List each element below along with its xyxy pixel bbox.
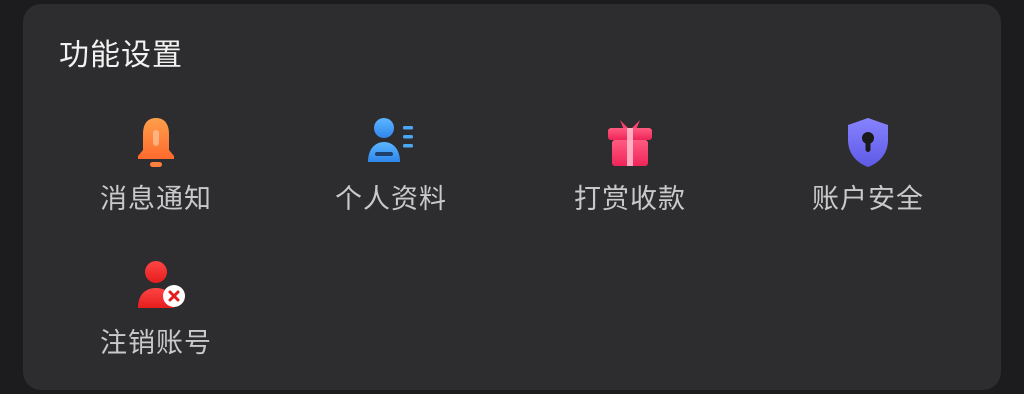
profile-card-icon xyxy=(367,116,415,172)
item-delete-account[interactable]: 注销账号 xyxy=(56,260,256,380)
item-label: 消息通知 xyxy=(100,184,212,215)
bell-icon xyxy=(132,116,180,172)
feature-settings-card: 功能设置 消息通知 个人资料 打赏收款 账户安全 注销账号 xyxy=(23,4,1001,390)
item-profile[interactable]: 个人资料 xyxy=(291,116,491,236)
item-label: 账户安全 xyxy=(812,184,924,215)
gift-icon xyxy=(606,116,654,172)
item-label: 打赏收款 xyxy=(574,184,686,215)
shield-lock-icon xyxy=(844,116,892,172)
item-label: 个人资料 xyxy=(335,184,447,215)
section-title: 功能设置 xyxy=(59,38,183,73)
item-security[interactable]: 账户安全 xyxy=(768,116,968,236)
user-remove-icon xyxy=(132,260,185,316)
item-tips[interactable]: 打赏收款 xyxy=(530,116,730,236)
item-notifications[interactable]: 消息通知 xyxy=(56,116,256,236)
item-label: 注销账号 xyxy=(100,328,212,359)
